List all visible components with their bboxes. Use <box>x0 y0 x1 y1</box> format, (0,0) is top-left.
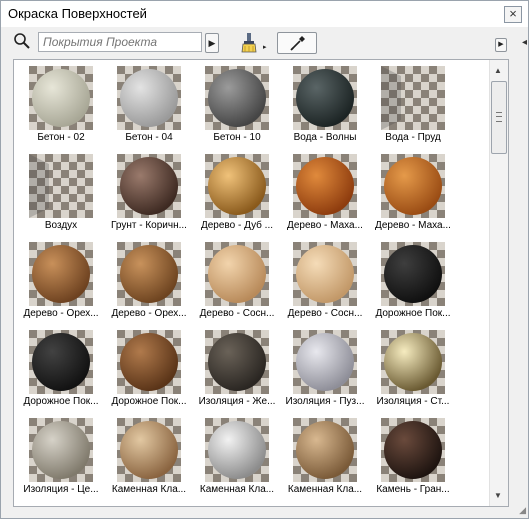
material-label: Дерево - Дуб ... <box>200 220 274 231</box>
material-item[interactable]: Дорожное Пок... <box>102 324 187 410</box>
material-thumbnail <box>117 154 181 218</box>
material-label: Бетон - 10 <box>213 132 261 143</box>
window-title: Окраска Поверхностей <box>8 6 147 21</box>
material-item[interactable]: Изоляция - Пуз... <box>278 324 364 410</box>
material-thumbnail <box>293 154 357 218</box>
material-label: Дерево - Сосн... <box>199 308 275 319</box>
material-thumbnail <box>293 330 357 394</box>
material-thumbnail <box>381 330 445 394</box>
search-input[interactable] <box>38 32 202 52</box>
material-label: Бетон - 02 <box>37 132 85 143</box>
search-options-button[interactable]: ▶ <box>205 33 219 53</box>
material-label: Дерево - Маха... <box>287 220 363 231</box>
scroll-up-icon[interactable]: ▲ <box>494 66 502 75</box>
material-thumbnail <box>117 66 181 130</box>
material-label: Изоляция - Пуз... <box>285 396 365 407</box>
materials-panel: Бетон - 02 Бетон - 04 Бетон - 10 Вода - Вол… <box>13 59 509 507</box>
material-thumbnail <box>117 330 181 394</box>
material-thumbnail <box>205 418 269 482</box>
material-thumbnail <box>205 154 269 218</box>
material-item[interactable]: Каменная Кла... <box>102 412 186 498</box>
scroll-down-icon[interactable]: ▼ <box>494 491 502 500</box>
material-item[interactable]: Вода - Волны <box>278 60 360 146</box>
material-thumbnail <box>29 418 93 482</box>
material-label: Воздух <box>44 220 78 231</box>
material-thumbnail <box>293 418 357 482</box>
material-item[interactable]: Дерево - Сосн... <box>278 236 362 322</box>
material-thumbnail <box>117 242 181 306</box>
resize-grip-icon[interactable]: ◢ <box>519 505 526 516</box>
material-item[interactable]: Грунт - Коричн... <box>102 148 187 234</box>
material-thumbnail <box>205 242 269 306</box>
material-label: Каменная Кла... <box>287 484 363 495</box>
material-item[interactable]: Воздух <box>14 148 96 234</box>
material-item[interactable]: Дерево - Орех... <box>102 236 187 322</box>
vertical-scrollbar[interactable]: ▲ ▼ <box>489 60 508 506</box>
material-label: Каменная Кла... <box>199 484 275 495</box>
material-item[interactable]: Бетон - 04 <box>102 60 184 146</box>
material-item[interactable]: Дерево - Маха... <box>366 148 451 234</box>
material-item[interactable]: Бетон - 02 <box>14 60 96 146</box>
brush-dropdown-icon[interactable]: ▸ <box>263 43 267 51</box>
material-thumbnail <box>381 154 445 218</box>
material-item[interactable]: Дорожное Пок... <box>14 324 99 410</box>
material-item[interactable]: Дерево - Маха... <box>278 148 363 234</box>
material-thumbnail <box>205 330 269 394</box>
material-item[interactable]: Изоляция - Це... <box>14 412 99 498</box>
material-label: Вода - Волны <box>293 132 357 143</box>
material-item[interactable]: Дерево - Дуб ... <box>190 148 273 234</box>
eyedropper-icon <box>290 36 305 51</box>
material-item[interactable]: Дерево - Орех... <box>14 236 99 322</box>
material-label: Дерево - Сосн... <box>287 308 363 319</box>
material-thumbnail <box>29 66 93 130</box>
material-item[interactable]: Камень - Гран... <box>366 412 450 498</box>
material-thumbnail <box>29 154 93 218</box>
material-thumbnail <box>205 66 269 130</box>
paint-brush-icon[interactable] <box>238 32 260 54</box>
material-label: Изоляция - Же... <box>198 396 276 407</box>
material-item[interactable]: Изоляция - Же... <box>190 324 275 410</box>
material-item[interactable]: Вода - Пруд <box>366 60 448 146</box>
material-item[interactable]: Каменная Кла... <box>190 412 274 498</box>
material-label: Дерево - Орех... <box>23 308 99 319</box>
title-bar[interactable]: Окраска Поверхностей × <box>1 1 528 27</box>
material-item[interactable]: Каменная Кла... <box>278 412 362 498</box>
material-thumbnail <box>381 66 445 130</box>
material-thumbnail <box>117 418 181 482</box>
arrow-right-icon[interactable]: ▶ <box>495 38 507 52</box>
material-thumbnail <box>293 66 357 130</box>
close-button[interactable]: × <box>504 6 522 23</box>
material-label: Каменная Кла... <box>111 484 187 495</box>
material-label: Изоляция - Ст... <box>376 396 450 407</box>
surface-painter-window: Окраска Поверхностей × ◂ ▶ ▸ ▶ <box>0 0 529 519</box>
material-label: Грунт - Коричн... <box>111 220 187 231</box>
material-label: Бетон - 04 <box>125 132 173 143</box>
material-thumbnail <box>381 418 445 482</box>
toolbar: ▶ ▸ ▶ <box>1 29 528 59</box>
material-item[interactable]: Дерево - Сосн... <box>190 236 274 322</box>
material-label: Дерево - Орех... <box>111 308 187 319</box>
material-thumbnail <box>29 330 93 394</box>
material-label: Дорожное Пок... <box>375 308 451 319</box>
material-thumbnail <box>293 242 357 306</box>
material-label: Вода - Пруд <box>385 132 441 143</box>
material-label: Дорожное Пок... <box>111 396 187 407</box>
material-label: Дерево - Маха... <box>375 220 451 231</box>
material-label: Изоляция - Це... <box>23 484 99 495</box>
material-label: Дорожное Пок... <box>23 396 99 407</box>
eyedropper-button[interactable] <box>277 32 317 54</box>
material-label: Камень - Гран... <box>376 484 450 495</box>
scrollbar-thumb[interactable] <box>491 81 507 154</box>
material-thumbnail <box>29 242 93 306</box>
material-item[interactable]: Дорожное Пок... <box>366 236 451 322</box>
material-item[interactable]: Изоляция - Ст... <box>366 324 449 410</box>
material-thumbnail <box>381 242 445 306</box>
search-icon <box>14 33 30 49</box>
material-item[interactable]: Бетон - 10 <box>190 60 272 146</box>
